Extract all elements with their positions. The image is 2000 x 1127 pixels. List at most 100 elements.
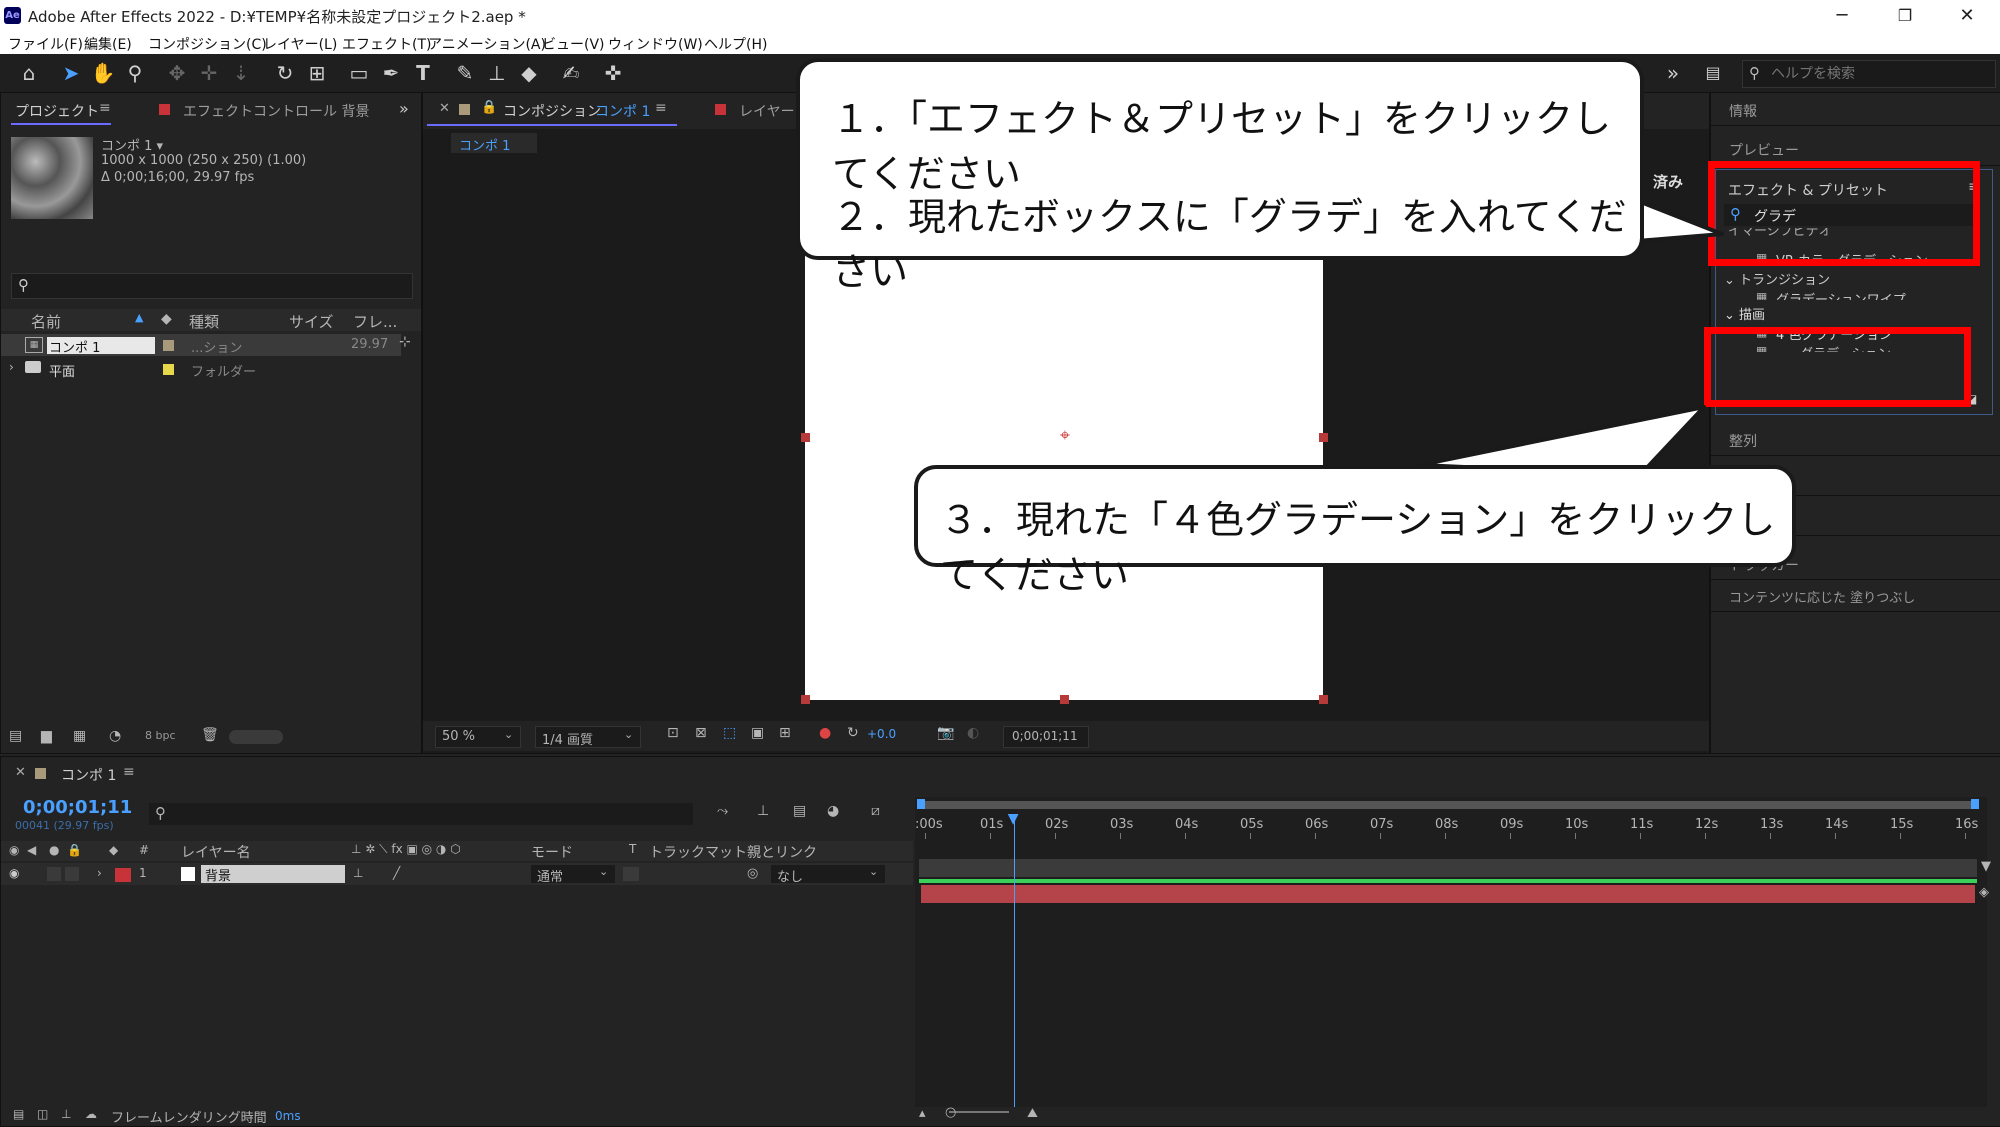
col-type[interactable]: 種類 [189, 311, 219, 332]
new-comp-icon[interactable]: ▦ [73, 728, 86, 744]
menu-help[interactable]: ヘルプ(H) [704, 34, 767, 54]
puppet-pin-icon[interactable]: ✜ [600, 60, 626, 86]
flowchart-icon[interactable]: ⊹ [399, 334, 411, 350]
work-area-bar[interactable] [919, 801, 1975, 809]
anchor-point-icon[interactable]: ⌖ [1055, 426, 1075, 446]
reset-exposure-icon[interactable]: ↻ [847, 725, 859, 741]
project-settings-icon[interactable]: ◔ [109, 728, 121, 744]
align-panel-header[interactable]: 整列 [1729, 431, 1757, 451]
panel-menu-icon[interactable]: ≡ [99, 100, 111, 116]
panel-menu-icon[interactable]: ≡ [123, 764, 135, 780]
shy-switch-icon[interactable]: ⊥ [353, 866, 363, 880]
playhead-icon[interactable]: ▼ [1008, 811, 1019, 827]
transform-handle[interactable] [801, 433, 810, 442]
layer-duration-bar[interactable] [921, 885, 1975, 903]
brush-tool-icon[interactable]: ✎ [452, 60, 478, 86]
col-size[interactable]: サイズ [289, 311, 334, 332]
breadcrumb[interactable]: コンポ 1 [451, 133, 537, 154]
zoom-slider[interactable] [949, 1111, 1009, 1113]
col-frame-rate[interactable]: フレ... [353, 311, 397, 332]
restore-icon[interactable]: ❐ [1888, 4, 1922, 28]
motion-blur-icon[interactable]: ◕ [827, 803, 839, 819]
menu-layer[interactable]: レイヤー(L) [263, 34, 337, 54]
panel-menu-icon[interactable]: ≡ [655, 100, 667, 116]
zoom-in-icon[interactable]: ⛰ [1027, 1106, 1038, 1121]
panel-overflow-icon[interactable]: » [399, 99, 409, 118]
eye-icon[interactable]: ◉ [9, 866, 19, 880]
menu-composition[interactable]: コンポジション(C) [148, 34, 267, 54]
col-mode[interactable]: モード [531, 842, 573, 862]
timeline-search-box[interactable]: ⚲ [149, 803, 693, 825]
type-tool-icon[interactable]: T [410, 60, 436, 86]
help-search-box[interactable]: ⚲ [1742, 60, 1996, 88]
lock-icon[interactable]: 🔒 [481, 100, 497, 115]
pick-whip-icon[interactable]: ◎ [747, 866, 758, 881]
col-parent[interactable]: 親とリンク [747, 842, 817, 862]
comp-button-icon[interactable]: ▼ [1981, 859, 1991, 874]
menu-animation[interactable]: アニメーション(A) [428, 34, 546, 54]
tab-timeline-comp[interactable]: コンポ 1 [61, 765, 116, 785]
show-snapshot-icon[interactable]: ◐ [967, 725, 979, 741]
transform-handle[interactable] [801, 695, 810, 704]
transform-handle[interactable] [1060, 695, 1069, 704]
parent-dropdown[interactable]: なし ⌄ [771, 865, 885, 885]
toggle-switches-icon[interactable]: ▤ [13, 1107, 24, 1121]
anchor-tool-icon[interactable]: ⊞ [304, 60, 330, 86]
blend-mode-dropdown[interactable]: 通常 ⌄ [531, 865, 615, 885]
transform-handle[interactable] [1319, 433, 1328, 442]
effects-category[interactable]: ⌄ 描画 [1724, 304, 1765, 323]
track-matte-toggle[interactable] [623, 867, 639, 881]
close-tab-icon[interactable]: ✕ [439, 101, 450, 116]
playhead-line[interactable] [1013, 815, 1015, 1107]
grid-icon[interactable]: ⊞ [779, 725, 791, 741]
clone-stamp-icon[interactable]: ⊥ [484, 60, 510, 86]
work-area-end-handle[interactable] [1971, 799, 1979, 809]
solo-toggle[interactable] [47, 867, 61, 881]
frame-blending-icon[interactable]: ▤ [793, 803, 806, 819]
hand-tool-icon[interactable]: ✋ [90, 60, 116, 86]
workspace-icon[interactable]: ▤ [1700, 60, 1726, 86]
col-track-matte[interactable]: トラックマット [649, 842, 747, 862]
toggle-in-out-icon[interactable]: ⊥ [61, 1107, 71, 1121]
chevron-right-icon[interactable]: › [9, 360, 14, 374]
snapshot-icon[interactable]: 📷 [937, 725, 954, 741]
toggle-transfer-icon[interactable]: ◫ [37, 1107, 48, 1121]
effect-item[interactable]: グラデーションワイプ [1776, 289, 1906, 300]
tab-project[interactable]: プロジェクト [15, 101, 99, 121]
zoom-slider-knob[interactable]: ○ [945, 1105, 956, 1120]
minimize-icon[interactable]: ─ [1825, 4, 1859, 28]
breadcrumb-comp[interactable]: コンポ 1 [459, 135, 510, 154]
selection-tool-icon[interactable]: ➤ [58, 60, 84, 86]
menu-edit[interactable]: 編集(E) [84, 34, 132, 54]
roto-brush-icon[interactable]: ✍ [558, 60, 584, 86]
menu-view[interactable]: ビュー(V) [542, 34, 605, 54]
dolly-camera-icon[interactable]: ⇣ [228, 60, 254, 86]
close-tab-icon[interactable]: ✕ [15, 765, 26, 780]
menu-effect[interactable]: エフェクト(T) [342, 34, 431, 54]
quality-dropdown[interactable]: 1/4 画質 ⌄ [535, 726, 641, 748]
current-time[interactable]: 0;00;01;11 [23, 797, 132, 818]
rectangle-tool-icon[interactable]: ▭ [346, 60, 372, 86]
col-layer-name[interactable]: レイヤー名 [181, 842, 251, 862]
shy-layers-icon[interactable]: ⊥ [757, 803, 769, 819]
col-name[interactable]: 名前 [31, 311, 61, 332]
effects-category[interactable]: ⌄ トランジション [1724, 269, 1830, 288]
zoom-out-icon[interactable]: ▴ [919, 1106, 926, 1121]
menu-file[interactable]: ファイル(F) [8, 34, 83, 54]
transform-handle[interactable] [1319, 695, 1328, 704]
tab-effect-controls[interactable]: エフェクトコントロール 背景 [183, 101, 369, 121]
project-row[interactable]: › 平面 フォルダー [1, 358, 401, 380]
project-search-input[interactable] [40, 276, 404, 296]
time-ruler-area[interactable]: :00s 01s 02s 03s 04s 05s 06s 07s 08s 09s 10s 11s 12s… [915, 797, 1991, 1107]
graph-editor-icon[interactable]: ⧄ [871, 803, 880, 819]
work-area-start-handle[interactable] [917, 799, 925, 809]
bpc-label[interactable]: 8 bpc [145, 729, 176, 742]
zoom-tool-icon[interactable]: ⚲ [122, 60, 148, 86]
toggle-render-time-icon[interactable]: ☁ [85, 1107, 97, 1121]
region-of-interest-icon[interactable]: ⊡ [667, 725, 679, 741]
transparency-grid-icon[interactable]: ⊠ [695, 725, 707, 741]
interpret-footage-icon[interactable]: ▤ [9, 728, 22, 744]
home-icon[interactable]: ⌂ [16, 60, 42, 86]
safe-margins-icon[interactable]: ▣ [751, 725, 764, 741]
comp-timecode[interactable]: 0;00;01;11 [1003, 726, 1089, 748]
